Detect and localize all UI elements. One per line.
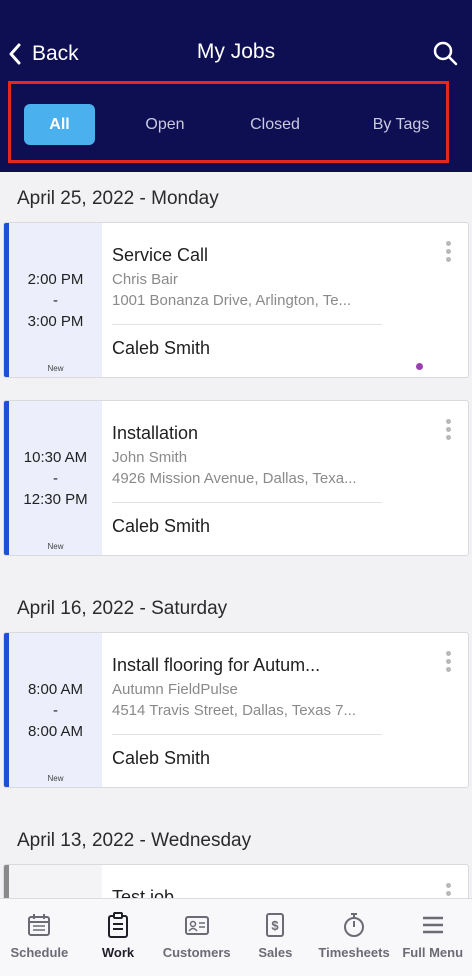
bottom-nav: Schedule Work Customers $ Sales Timeshee… (0, 898, 472, 976)
nav-schedule[interactable]: Schedule (0, 899, 79, 976)
job-time-column: 10:30 AM - 12:30 PM New (9, 401, 102, 555)
job-card[interactable]: Test job (3, 864, 469, 898)
job-time-separator: - (53, 470, 58, 487)
nav-sales[interactable]: $ Sales (236, 899, 315, 976)
stopwatch-icon (344, 913, 365, 937)
job-status: New (47, 542, 64, 551)
job-card[interactable]: 2:00 PM - 3:00 PM New Service Call Chris… (3, 222, 469, 378)
filter-tabs: All Open Closed By Tags (8, 81, 449, 163)
nav-label: Timesheets (318, 945, 390, 960)
nav-label: Work (101, 945, 135, 960)
svg-text:$: $ (272, 918, 280, 933)
app-header: Back My Jobs All Open Closed By Tags (0, 0, 472, 172)
job-title: Service Call (112, 245, 209, 265)
job-address: 1001 Bonanza Drive, Arlington, Te... (112, 292, 352, 309)
more-options-icon[interactable] (440, 419, 456, 443)
job-card[interactable]: 8:00 AM - 8:00 AM New Install flooring f… (3, 632, 469, 788)
dollar-doc-icon: $ (266, 913, 285, 937)
filter-tab-all[interactable]: All (24, 104, 95, 145)
unread-dot (416, 363, 423, 370)
job-technician: Caleb Smith (112, 516, 211, 536)
job-title: Test job (112, 887, 175, 898)
jobs-list[interactable]: April 25, 2022 - Monday 2:00 PM - 3:00 P… (0, 172, 472, 898)
nav-label: Customers (162, 945, 231, 960)
nav-label: Full Menu (402, 945, 464, 960)
page-title: My Jobs (196, 40, 276, 63)
search-icon[interactable] (432, 40, 458, 66)
job-title: Install flooring for Autum... (112, 655, 321, 675)
nav-customers[interactable]: Customers (157, 899, 236, 976)
nav-timesheets[interactable]: Timesheets (315, 899, 394, 976)
nav-label: Sales (258, 945, 293, 960)
job-status: New (47, 774, 64, 783)
contact-card-icon (184, 916, 209, 935)
date-header: April 16, 2022 - Saturday (17, 598, 228, 619)
calendar-icon (28, 914, 51, 936)
job-card[interactable]: 10:30 AM - 12:30 PM New Installation Joh… (3, 400, 469, 556)
job-title: Installation (112, 423, 199, 443)
job-status: New (47, 364, 64, 373)
filter-tab-open[interactable]: Open (125, 104, 205, 145)
date-header: April 13, 2022 - Wednesday (17, 830, 252, 851)
filter-tab-closed[interactable]: Closed (235, 104, 315, 145)
filter-tab-by-tags[interactable]: By Tags (351, 104, 451, 145)
job-customer: Chris Bair (112, 271, 178, 288)
date-header: April 25, 2022 - Monday (17, 188, 219, 209)
job-address: 4926 Mission Avenue, Dallas, Texa... (112, 470, 357, 487)
job-technician: Caleb Smith (112, 748, 211, 768)
job-customer: John Smith (112, 449, 188, 466)
job-time-column: 8:00 AM - 8:00 AM New (9, 633, 102, 787)
job-time-column (9, 865, 102, 898)
job-time-separator: - (53, 292, 58, 309)
job-technician: Caleb Smith (112, 338, 211, 358)
hamburger-icon (422, 916, 443, 934)
job-customer: Autumn FieldPulse (112, 681, 238, 698)
nav-full-menu[interactable]: Full Menu (393, 899, 472, 976)
job-end-time: 8:00 AM (27, 723, 84, 740)
divider (112, 734, 382, 735)
nav-work[interactable]: Work (79, 899, 158, 976)
job-time-separator: - (53, 702, 58, 719)
job-end-time: 3:00 PM (27, 313, 84, 330)
clipboard-icon (108, 912, 128, 938)
more-options-icon[interactable] (440, 651, 456, 675)
job-start-time: 2:00 PM (27, 271, 84, 288)
job-start-time: 8:00 AM (27, 681, 84, 698)
divider (112, 324, 382, 325)
more-options-icon[interactable] (440, 241, 456, 265)
nav-label: Schedule (10, 945, 69, 960)
job-end-time: 12:30 PM (23, 491, 88, 508)
more-options-icon[interactable] (440, 883, 456, 898)
divider (112, 502, 382, 503)
job-time-column: 2:00 PM - 3:00 PM New (9, 223, 102, 377)
job-address: 4514 Travis Street, Dallas, Texas 7... (112, 702, 357, 719)
job-start-time: 10:30 AM (23, 449, 88, 466)
